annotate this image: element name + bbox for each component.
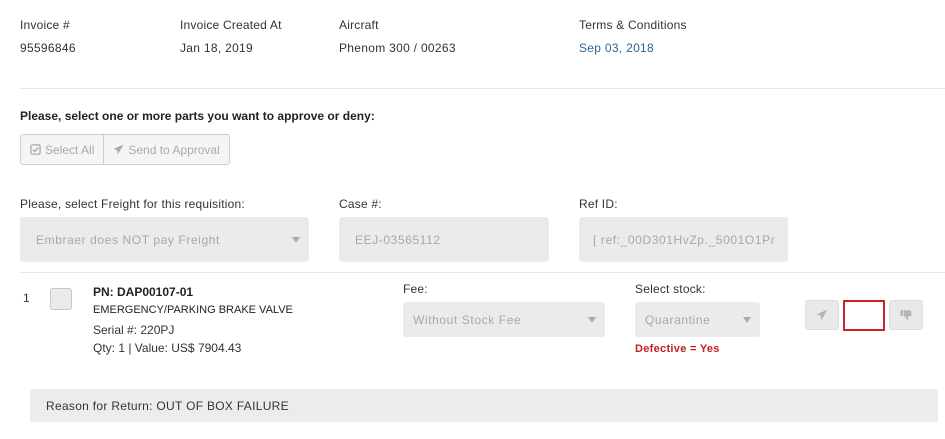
invoice-number-label: Invoice #	[20, 18, 70, 32]
reason-text: Reason for Return: OUT OF BOX FAILURE	[46, 398, 289, 413]
reason-for-return: Reason for Return: OUT OF BOX FAILURE	[30, 389, 938, 422]
stock-select[interactable]: Quarantine	[635, 302, 760, 337]
deny-button[interactable]	[889, 300, 923, 330]
ref-id-input[interactable]: [ ref:_00D301HvZp._5001O1Pr	[579, 217, 788, 262]
check-square-icon	[30, 144, 41, 155]
ref-id-input-value: [ ref:_00D301HvZp._5001O1Pr	[593, 232, 776, 247]
chevron-down-icon	[588, 316, 596, 323]
paper-plane-icon	[113, 144, 124, 155]
thumbs-down-icon	[900, 310, 912, 320]
paper-plane-icon	[816, 309, 828, 321]
fee-label: Fee:	[403, 282, 428, 296]
terms-date-link[interactable]: Sep 03, 2018	[579, 41, 654, 55]
approve-button[interactable]	[805, 300, 839, 330]
selection-prompt: Please, select one or more parts you wan…	[20, 109, 375, 123]
terms-label: Terms & Conditions	[579, 18, 687, 32]
invoice-number-value: 95596846	[20, 41, 76, 55]
aircraft-label: Aircraft	[339, 18, 379, 32]
send-to-approval-button[interactable]: Send to Approval	[103, 135, 228, 164]
part-description: EMERGENCY/PARKING BRAKE VALVE	[93, 304, 293, 316]
divider	[20, 272, 945, 273]
defective-status: Defective = Yes	[635, 343, 720, 355]
divider	[20, 88, 945, 89]
chevron-down-icon	[743, 316, 751, 323]
case-input[interactable]: EEJ-03565112	[339, 217, 549, 262]
aircraft-value: Phenom 300 / 00263	[339, 41, 456, 55]
case-label: Case #:	[339, 197, 382, 211]
part-index: 1	[23, 291, 30, 305]
part-qty-value: Qty: 1 | Value: US$ 7904.43	[93, 341, 242, 355]
part-checkbox[interactable]	[50, 288, 72, 310]
select-all-button[interactable]: Select All	[21, 135, 103, 164]
freight-select[interactable]: Embraer does NOT pay Freight	[20, 217, 309, 262]
fee-select[interactable]: Without Stock Fee	[403, 302, 605, 337]
invoice-created-value: Jan 18, 2019	[180, 41, 253, 55]
highlighted-action-button[interactable]	[843, 300, 885, 331]
stock-select-value: Quarantine	[645, 312, 711, 327]
invoice-created-label: Invoice Created At	[180, 18, 282, 32]
part-number: PN: DAP00107-01	[93, 285, 194, 299]
part-serial: Serial #: 220PJ	[93, 323, 175, 337]
select-stock-label: Select stock:	[635, 282, 706, 296]
send-to-approval-label: Send to Approval	[128, 142, 220, 157]
freight-label: Please, select Freight for this requisit…	[20, 197, 245, 211]
chevron-down-icon	[292, 236, 300, 243]
fee-select-value: Without Stock Fee	[413, 312, 522, 327]
selection-button-group: Select All Send to Approval	[20, 134, 230, 165]
ref-id-label: Ref ID:	[579, 197, 618, 211]
select-all-label: Select All	[45, 142, 95, 157]
freight-select-value: Embraer does NOT pay Freight	[36, 232, 220, 247]
case-input-value: EEJ-03565112	[355, 232, 441, 247]
